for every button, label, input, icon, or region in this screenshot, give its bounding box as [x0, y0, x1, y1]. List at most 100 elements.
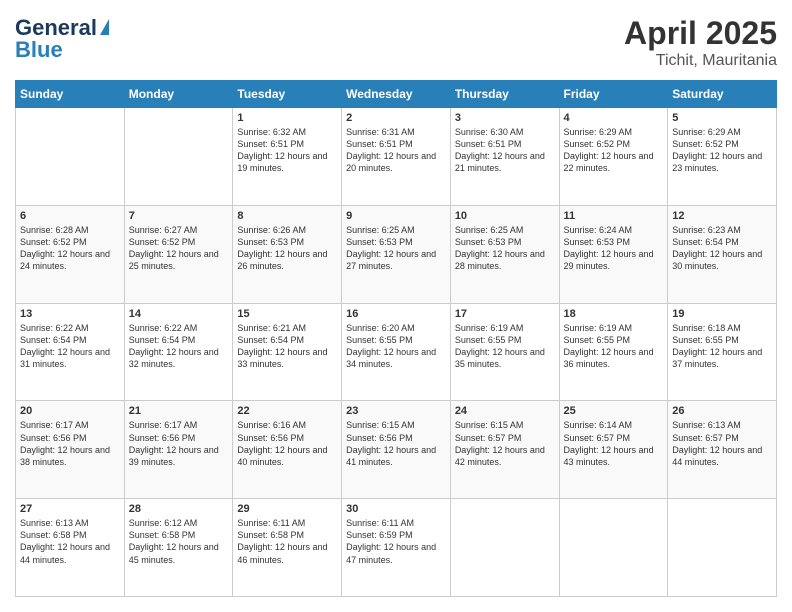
calendar-cell: 8 Sunrise: 6:26 AM Sunset: 6:53 PM Daylig… — [233, 205, 342, 303]
calendar-week-row: 1 Sunrise: 6:32 AM Sunset: 6:51 PM Daylig… — [16, 108, 777, 206]
day-info: Sunrise: 6:29 AM Sunset: 6:52 PM Dayligh… — [564, 126, 664, 175]
day-info: Sunrise: 6:23 AM Sunset: 6:54 PM Dayligh… — [672, 224, 772, 273]
calendar-cell: 23Sunrise: 6:15 AM Sunset: 6:56 PM Dayli… — [342, 401, 451, 499]
day-number: 25 — [564, 405, 664, 417]
day-info: Sunrise: 6:18 AM Sunset: 6:55 PM Dayligh… — [672, 322, 772, 371]
calendar-cell — [16, 108, 125, 206]
day-info: Sunrise: 6:15 AM Sunset: 6:57 PM Dayligh… — [455, 419, 555, 468]
day-number: 5 — [672, 112, 772, 124]
day-number: 14 — [129, 308, 229, 320]
day-info: Sunrise: 6:20 AM Sunset: 6:55 PM Dayligh… — [346, 322, 446, 371]
day-number: 22 — [237, 405, 337, 417]
col-sunday: Sunday — [16, 81, 125, 108]
calendar-week-row: 6 Sunrise: 6:28 AM Sunset: 6:52 PM Daylig… — [16, 205, 777, 303]
day-info: Sunrise: 6:25 AM Sunset: 6:53 PM Dayligh… — [346, 224, 446, 273]
day-info: Sunrise: 6:31 AM Sunset: 6:51 PM Dayligh… — [346, 126, 446, 175]
calendar-cell: 24 Sunrise: 6:15 AM Sunset: 6:57 PM Dayli… — [450, 401, 559, 499]
calendar-week-row: 27 Sunrise: 6:13 AM Sunset: 6:58 PM Dayli… — [16, 499, 777, 597]
day-number: 17 — [455, 308, 555, 320]
calendar-cell: 29 Sunrise: 6:11 AM Sunset: 6:58 PM Dayli… — [233, 499, 342, 597]
calendar-cell: 6 Sunrise: 6:28 AM Sunset: 6:52 PM Daylig… — [16, 205, 125, 303]
day-info: Sunrise: 6:22 AM Sunset: 6:54 PM Dayligh… — [20, 322, 120, 371]
day-number: 20 — [20, 405, 120, 417]
day-number: 16 — [346, 308, 446, 320]
logo-text-blue: Blue — [15, 37, 63, 63]
calendar-week-row: 20 Sunrise: 6:17 AM Sunset: 6:56 PM Dayli… — [16, 401, 777, 499]
calendar-cell: 17Sunrise: 6:19 AM Sunset: 6:55 PM Dayli… — [450, 303, 559, 401]
calendar-cell: 20 Sunrise: 6:17 AM Sunset: 6:56 PM Dayli… — [16, 401, 125, 499]
col-monday: Monday — [124, 81, 233, 108]
logo-triangle-icon — [100, 19, 109, 35]
day-number: 19 — [672, 308, 772, 320]
calendar-cell — [559, 499, 668, 597]
calendar-week-row: 13 Sunrise: 6:22 AM Sunset: 6:54 PM Dayli… — [16, 303, 777, 401]
col-friday: Friday — [559, 81, 668, 108]
day-number: 7 — [129, 210, 229, 222]
day-number: 6 — [20, 210, 120, 222]
calendar-cell: 27 Sunrise: 6:13 AM Sunset: 6:58 PM Dayli… — [16, 499, 125, 597]
day-number: 2 — [346, 112, 446, 124]
calendar-cell: 25 Sunrise: 6:14 AM Sunset: 6:57 PM Dayli… — [559, 401, 668, 499]
calendar-cell: 14Sunrise: 6:22 AM Sunset: 6:54 PM Dayli… — [124, 303, 233, 401]
day-number: 1 — [237, 112, 337, 124]
calendar-cell: 15Sunrise: 6:21 AM Sunset: 6:54 PM Dayli… — [233, 303, 342, 401]
calendar-cell: 4 Sunrise: 6:29 AM Sunset: 6:52 PM Daylig… — [559, 108, 668, 206]
calendar-cell: 5 Sunrise: 6:29 AM Sunset: 6:52 PM Daylig… — [668, 108, 777, 206]
calendar-cell — [450, 499, 559, 597]
day-number: 12 — [672, 210, 772, 222]
day-info: Sunrise: 6:14 AM Sunset: 6:57 PM Dayligh… — [564, 419, 664, 468]
day-number: 28 — [129, 503, 229, 515]
day-info: Sunrise: 6:29 AM Sunset: 6:52 PM Dayligh… — [672, 126, 772, 175]
day-info: Sunrise: 6:11 AM Sunset: 6:58 PM Dayligh… — [237, 517, 337, 566]
day-info: Sunrise: 6:30 AM Sunset: 6:51 PM Dayligh… — [455, 126, 555, 175]
day-number: 23 — [346, 405, 446, 417]
day-info: Sunrise: 6:12 AM Sunset: 6:58 PM Dayligh… — [129, 517, 229, 566]
day-number: 15 — [237, 308, 337, 320]
calendar-cell: 11 Sunrise: 6:24 AM Sunset: 6:53 PM Dayli… — [559, 205, 668, 303]
calendar-cell: 22 Sunrise: 6:16 AM Sunset: 6:56 PM Dayli… — [233, 401, 342, 499]
day-info: Sunrise: 6:17 AM Sunset: 6:56 PM Dayligh… — [129, 419, 229, 468]
day-number: 3 — [455, 112, 555, 124]
day-number: 10 — [455, 210, 555, 222]
day-number: 27 — [20, 503, 120, 515]
page-title: April 2025 — [624, 15, 777, 52]
col-tuesday: Tuesday — [233, 81, 342, 108]
calendar-cell — [668, 499, 777, 597]
day-info: Sunrise: 6:26 AM Sunset: 6:53 PM Dayligh… — [237, 224, 337, 273]
day-info: Sunrise: 6:13 AM Sunset: 6:58 PM Dayligh… — [20, 517, 120, 566]
day-number: 18 — [564, 308, 664, 320]
calendar-cell: 13 Sunrise: 6:22 AM Sunset: 6:54 PM Dayli… — [16, 303, 125, 401]
calendar-cell: 28 Sunrise: 6:12 AM Sunset: 6:58 PM Dayli… — [124, 499, 233, 597]
day-info: Sunrise: 6:13 AM Sunset: 6:57 PM Dayligh… — [672, 419, 772, 468]
calendar-cell — [124, 108, 233, 206]
col-thursday: Thursday — [450, 81, 559, 108]
calendar-cell: 30Sunrise: 6:11 AM Sunset: 6:59 PM Dayli… — [342, 499, 451, 597]
calendar-cell: 10 Sunrise: 6:25 AM Sunset: 6:53 PM Dayli… — [450, 205, 559, 303]
day-info: Sunrise: 6:32 AM Sunset: 6:51 PM Dayligh… — [237, 126, 337, 175]
day-info: Sunrise: 6:25 AM Sunset: 6:53 PM Dayligh… — [455, 224, 555, 273]
day-number: 30 — [346, 503, 446, 515]
day-info: Sunrise: 6:17 AM Sunset: 6:56 PM Dayligh… — [20, 419, 120, 468]
title-block: April 2025 Tichit, Mauritania — [624, 15, 777, 70]
day-info: Sunrise: 6:24 AM Sunset: 6:53 PM Dayligh… — [564, 224, 664, 273]
day-info: Sunrise: 6:16 AM Sunset: 6:56 PM Dayligh… — [237, 419, 337, 468]
calendar-cell: 21 Sunrise: 6:17 AM Sunset: 6:56 PM Dayli… — [124, 401, 233, 499]
day-info: Sunrise: 6:27 AM Sunset: 6:52 PM Dayligh… — [129, 224, 229, 273]
calendar-cell: 3 Sunrise: 6:30 AM Sunset: 6:51 PM Daylig… — [450, 108, 559, 206]
page-subtitle: Tichit, Mauritania — [624, 52, 777, 70]
calendar-cell: 16 Sunrise: 6:20 AM Sunset: 6:55 PM Dayli… — [342, 303, 451, 401]
day-info: Sunrise: 6:28 AM Sunset: 6:52 PM Dayligh… — [20, 224, 120, 273]
day-number: 26 — [672, 405, 772, 417]
calendar-cell: 12 Sunrise: 6:23 AM Sunset: 6:54 PM Dayli… — [668, 205, 777, 303]
day-number: 13 — [20, 308, 120, 320]
day-number: 8 — [237, 210, 337, 222]
calendar-header-row: Sunday Monday Tuesday Wednesday Thursday… — [16, 81, 777, 108]
calendar-cell: 18Sunrise: 6:19 AM Sunset: 6:55 PM Dayli… — [559, 303, 668, 401]
calendar-cell: 9Sunrise: 6:25 AM Sunset: 6:53 PM Daylig… — [342, 205, 451, 303]
logo: General Blue — [15, 15, 109, 63]
day-number: 4 — [564, 112, 664, 124]
day-number: 21 — [129, 405, 229, 417]
day-number: 24 — [455, 405, 555, 417]
day-number: 29 — [237, 503, 337, 515]
day-number: 11 — [564, 210, 664, 222]
